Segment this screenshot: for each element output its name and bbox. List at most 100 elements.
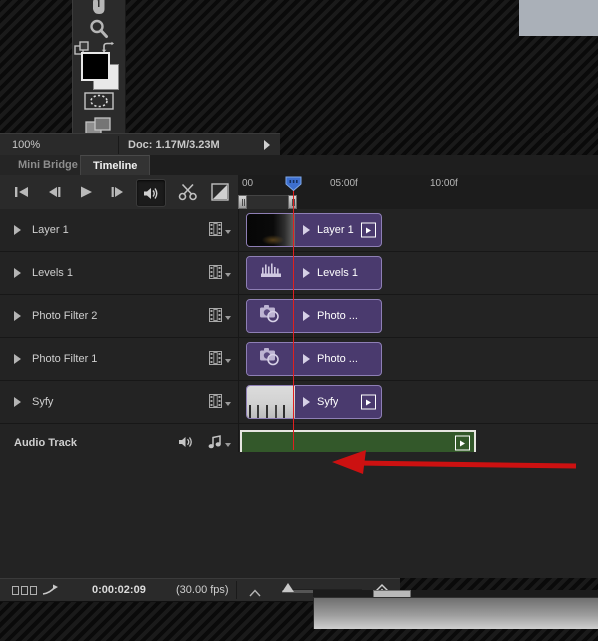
- clip-syfy[interactable]: Syfy: [246, 385, 382, 419]
- backdrop-hatch-docrow: [280, 133, 598, 155]
- clip-thumbnail: [247, 343, 295, 375]
- timeline-rows: Layer 1 Layer 1 Levels 1 Levels 1 Photo …: [0, 209, 598, 463]
- zoom-out-icon[interactable]: [247, 585, 263, 603]
- chevron-down-icon[interactable]: [225, 315, 231, 320]
- disclosure-triangle-icon[interactable]: [14, 354, 21, 364]
- table-row[interactable]: Syfy Syfy: [0, 381, 598, 424]
- table-row[interactable]: Photo Filter 1 Photo ...: [0, 338, 598, 381]
- color-swatches[interactable]: [81, 52, 119, 90]
- canvas-plate-bottom-right: [313, 597, 598, 629]
- frame-rate-label: (30.00 fps): [176, 584, 229, 596]
- clip-transition-button[interactable]: [361, 222, 376, 238]
- panel-tab-bar: Mini Bridge Timeline: [0, 155, 598, 176]
- photoshop-timeline-screenshot: 100% Doc: 1.17M/3.23M Mini Bridge Timeli…: [0, 0, 598, 641]
- audio-fade-button[interactable]: [455, 435, 470, 451]
- status-menu-arrow-icon[interactable]: [264, 140, 270, 150]
- disclosure-triangle-icon[interactable]: [14, 397, 21, 407]
- ruler-tick-0: 00: [242, 178, 254, 189]
- tab-mini-bridge[interactable]: Mini Bridge: [6, 155, 90, 175]
- clip-body[interactable]: Photo ...: [295, 300, 381, 332]
- photo-filter-icon: [258, 303, 284, 330]
- layer-name-label: Levels 1: [32, 267, 73, 279]
- quick-mask-tool[interactable]: [73, 88, 125, 114]
- clip-photo-filter-1[interactable]: Photo ...: [246, 342, 382, 376]
- table-row[interactable]: Levels 1 Levels 1: [0, 252, 598, 295]
- work-area-bar[interactable]: [238, 195, 598, 211]
- film-strip-icon[interactable]: [209, 351, 222, 370]
- film-strip-icon[interactable]: [209, 222, 222, 241]
- levels-adjustment-icon: [258, 262, 284, 285]
- play-button[interactable]: [72, 179, 100, 205]
- clip-transition-button[interactable]: [361, 394, 376, 410]
- chevron-down-icon[interactable]: [225, 442, 231, 447]
- canvas-plate-top-right: [519, 0, 598, 36]
- clip-thumbnail: [247, 257, 295, 289]
- disclosure-triangle-icon[interactable]: [14, 268, 21, 278]
- layer-name-label: Layer 1: [32, 224, 69, 236]
- layer-track[interactable]: Syfy: [238, 381, 598, 423]
- clip-disclosure-icon[interactable]: [303, 225, 310, 235]
- work-area-start-handle[interactable]: [238, 195, 247, 209]
- clip-layer-1[interactable]: Layer 1: [246, 213, 382, 247]
- chevron-down-icon[interactable]: [225, 401, 231, 406]
- clip-disclosure-icon[interactable]: [303, 268, 310, 278]
- chevron-down-icon[interactable]: [225, 358, 231, 363]
- film-strip-icon[interactable]: [209, 394, 222, 413]
- zoom-slider-handle[interactable]: [282, 583, 294, 592]
- current-time-label[interactable]: 0:00:02:09: [92, 579, 146, 601]
- clip-label: Syfy: [317, 396, 339, 408]
- clip-levels-1[interactable]: Levels 1: [246, 256, 382, 290]
- layer-header[interactable]: Layer 1: [0, 209, 239, 251]
- clip-disclosure-icon[interactable]: [303, 354, 310, 364]
- layer-header[interactable]: Photo Filter 1: [0, 338, 239, 380]
- clip-body[interactable]: Levels 1: [295, 257, 381, 289]
- ruler-tick-2: 10:00f: [430, 178, 458, 189]
- layer-track[interactable]: Levels 1: [238, 252, 598, 294]
- film-strip-icon[interactable]: [209, 308, 222, 327]
- tab-timeline[interactable]: Timeline: [80, 155, 151, 175]
- grid-view-icon[interactable]: [12, 586, 37, 595]
- clip-thumbnail: [247, 214, 295, 246]
- film-strip-icon[interactable]: [209, 265, 222, 284]
- clip-body[interactable]: Photo ...: [295, 343, 381, 375]
- layer-header[interactable]: Syfy: [0, 381, 239, 423]
- clip-label: Photo ...: [317, 353, 358, 365]
- doc-size-label: Doc: 1.17M/3.23M: [128, 139, 220, 151]
- chevron-down-icon[interactable]: [225, 229, 231, 234]
- tools-panel: [72, 0, 126, 146]
- next-frame-button[interactable]: [104, 179, 132, 205]
- playhead-marker[interactable]: [285, 176, 302, 192]
- layer-name-label: Photo Filter 1: [32, 353, 98, 365]
- clip-body[interactable]: Layer 1: [295, 214, 381, 246]
- transition-button[interactable]: [206, 179, 234, 205]
- clip-photo-filter-2[interactable]: Photo ...: [246, 299, 382, 333]
- backdrop-hatch-left: [0, 0, 72, 133]
- go-to-first-frame-button[interactable]: [8, 179, 36, 205]
- clip-disclosure-icon[interactable]: [303, 397, 310, 407]
- zoom-level-label[interactable]: 100%: [12, 134, 40, 156]
- layer-header[interactable]: Levels 1: [0, 252, 239, 294]
- layer-header[interactable]: Photo Filter 2: [0, 295, 239, 337]
- clip-disclosure-icon[interactable]: [303, 311, 310, 321]
- layer-row-icons: [209, 308, 231, 327]
- table-row[interactable]: Photo Filter 2 Photo ...: [0, 295, 598, 338]
- disclosure-triangle-icon[interactable]: [14, 311, 21, 321]
- table-row[interactable]: Layer 1 Layer 1: [0, 209, 598, 252]
- foreground-color-swatch[interactable]: [81, 52, 110, 81]
- previous-frame-button[interactable]: [40, 179, 68, 205]
- disclosure-triangle-icon[interactable]: [14, 225, 21, 235]
- layer-track[interactable]: Layer 1: [238, 209, 598, 251]
- work-area-end-handle[interactable]: [288, 195, 297, 209]
- layer-name-label: Syfy: [32, 396, 54, 408]
- chevron-down-icon[interactable]: [225, 272, 231, 277]
- transition-curve-icon[interactable]: [42, 583, 64, 602]
- layer-row-icons: [209, 265, 231, 284]
- layer-track[interactable]: Photo ...: [238, 295, 598, 337]
- ruler-tick-1: 05:00f: [330, 178, 358, 189]
- clip-body[interactable]: Syfy: [295, 386, 381, 418]
- audio-toggle-button[interactable]: [136, 179, 166, 207]
- layer-row-icons: [209, 222, 231, 241]
- layer-track[interactable]: Photo ...: [238, 338, 598, 380]
- split-clip-button[interactable]: [174, 179, 202, 205]
- clip-thumbnail: [247, 300, 295, 332]
